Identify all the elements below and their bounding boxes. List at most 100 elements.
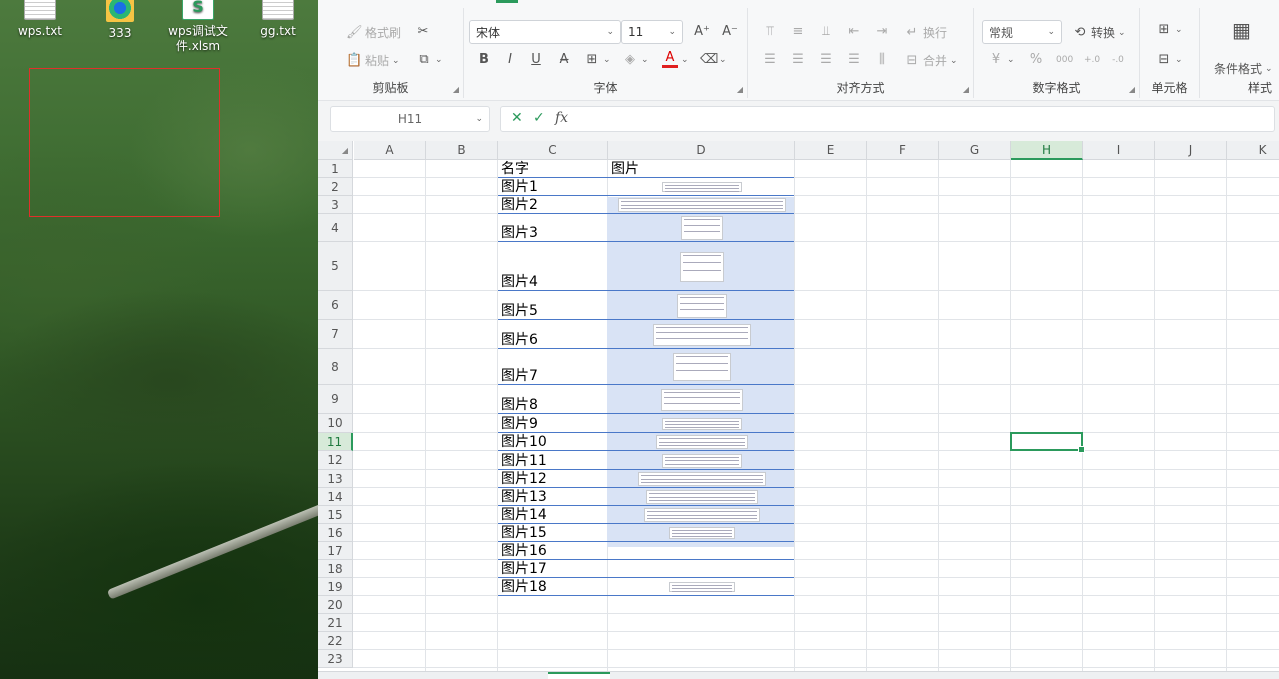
row-header-8[interactable]: 8 bbox=[318, 349, 353, 385]
conditional-format-icon-button[interactable]: ▦ bbox=[1232, 20, 1251, 40]
number-format-select[interactable]: 常规 ⌄ bbox=[982, 20, 1062, 44]
cell-d1[interactable]: 图片 bbox=[608, 161, 639, 177]
picture-thumbnail[interactable] bbox=[672, 353, 731, 381]
cut-button[interactable]: ✂ bbox=[415, 24, 431, 40]
row-header-7[interactable]: 7 bbox=[318, 320, 353, 349]
increase-indent-button[interactable]: ⇥ bbox=[874, 24, 890, 40]
select-all-icon[interactable]: ◢ bbox=[318, 141, 353, 160]
row-header-4[interactable]: 4 bbox=[318, 214, 353, 242]
column-header-d[interactable]: D bbox=[608, 141, 795, 160]
row-header-3[interactable]: 3 bbox=[318, 196, 353, 214]
picture-thumbnail[interactable] bbox=[660, 388, 743, 411]
dialog-launcher-icon[interactable]: ◢ bbox=[1129, 85, 1135, 94]
picture-thumbnail[interactable] bbox=[661, 417, 742, 430]
worksheet-button[interactable]: ⊟ ⌄ bbox=[1156, 52, 1183, 68]
distribute-button[interactable]: ⫼ bbox=[874, 52, 890, 68]
cell-c9[interactable]: 图片8 bbox=[498, 397, 538, 413]
font-size-select[interactable]: 11 ⌄ bbox=[621, 20, 683, 44]
cell-c8[interactable]: 图片7 bbox=[498, 368, 538, 384]
row-header-12[interactable]: 12 bbox=[318, 451, 353, 470]
fill-color-button[interactable]: ◈ ⌄ bbox=[622, 52, 649, 68]
percent-button[interactable]: % bbox=[1028, 52, 1044, 68]
font-color-button[interactable]: A ⌄ bbox=[662, 51, 689, 68]
sheet-tab-active[interactable] bbox=[548, 672, 610, 679]
row-header-13[interactable]: 13 bbox=[318, 470, 353, 488]
row-header-14[interactable]: 14 bbox=[318, 488, 353, 506]
cell-c16[interactable]: 图片15 bbox=[498, 525, 547, 541]
column-header-a[interactable]: A bbox=[354, 141, 426, 160]
decrease-indent-button[interactable]: ⇤ bbox=[846, 24, 862, 40]
column-header-c[interactable]: C bbox=[498, 141, 608, 160]
align-bottom-button[interactable]: ⫫ bbox=[818, 24, 834, 40]
picture-thumbnail[interactable] bbox=[637, 472, 766, 486]
cell-c19[interactable]: 图片18 bbox=[498, 579, 547, 595]
align-right-button[interactable]: ☰ bbox=[818, 52, 834, 68]
format-painter-button[interactable]: 🖌 格式刷 bbox=[346, 24, 401, 41]
conditional-format-button[interactable]: 条件格式 ⌄ bbox=[1214, 60, 1273, 77]
cell-c10[interactable]: 图片9 bbox=[498, 416, 538, 432]
row-header-17[interactable]: 17 bbox=[318, 542, 353, 560]
worksheet-grid[interactable]: ◢ ABCDEFGHIJK 1 2 3 4 5 6 7 8 9 10 11 12 13 14 15 16 17 1… bbox=[318, 141, 1279, 671]
merge-button[interactable]: ⊟ 合并 ⌄ bbox=[904, 52, 958, 69]
picture-thumbnail[interactable] bbox=[661, 453, 742, 468]
picture-thumbnail[interactable] bbox=[652, 323, 751, 346]
row-header-5[interactable]: 5 bbox=[318, 242, 353, 291]
border-button[interactable]: ⊞ ⌄ bbox=[584, 52, 611, 68]
active-cell-h11[interactable] bbox=[1010, 432, 1085, 453]
clear-format-button[interactable]: ⌫ ⌄ bbox=[700, 52, 727, 68]
italic-button[interactable]: I bbox=[502, 52, 518, 68]
font-name-select[interactable]: 宋体 ⌄ bbox=[469, 20, 621, 44]
dialog-launcher-icon[interactable]: ◢ bbox=[963, 85, 969, 94]
thousands-button[interactable]: 000 bbox=[1056, 52, 1073, 68]
copy-button[interactable]: ⧉ ⌄ bbox=[416, 52, 442, 68]
row-header-9[interactable]: 9 bbox=[318, 385, 353, 414]
dialog-launcher-icon[interactable]: ◢ bbox=[737, 85, 743, 94]
dialog-launcher-icon[interactable]: ◢ bbox=[453, 85, 459, 94]
convert-button[interactable]: ⟲ 转换 ⌄ bbox=[1072, 24, 1126, 41]
cell-c12[interactable]: 图片11 bbox=[498, 453, 547, 469]
column-header-g[interactable]: G bbox=[939, 141, 1011, 160]
desktop-icon-wps-txt[interactable]: wps.txt bbox=[0, 0, 80, 38]
desktop-icon-333[interactable]: 333 bbox=[80, 0, 160, 40]
row-header-18[interactable]: 18 bbox=[318, 560, 353, 578]
cell-c3[interactable]: 图片2 bbox=[498, 197, 538, 213]
confirm-icon[interactable]: ✓ bbox=[533, 110, 545, 126]
column-header-k[interactable]: K bbox=[1227, 141, 1279, 160]
align-middle-button[interactable]: ≡ bbox=[790, 24, 806, 40]
picture-thumbnail[interactable] bbox=[617, 198, 786, 212]
column-header-e[interactable]: E bbox=[795, 141, 867, 160]
bold-button[interactable]: B bbox=[476, 52, 492, 68]
picture-thumbnail[interactable] bbox=[679, 251, 724, 282]
row-header-19[interactable]: 19 bbox=[318, 578, 353, 596]
align-left-button[interactable]: ☰ bbox=[762, 52, 778, 68]
desktop-icon-wps-xlsm[interactable]: S wps调试文件.xlsm bbox=[158, 0, 238, 54]
picture-thumbnail[interactable] bbox=[661, 182, 742, 192]
column-header-i[interactable]: I bbox=[1083, 141, 1155, 160]
row-header-10[interactable]: 10 bbox=[318, 414, 353, 433]
row-header-16[interactable]: 16 bbox=[318, 524, 353, 542]
row-header-1[interactable]: 1 bbox=[318, 160, 353, 178]
column-header-b[interactable]: B bbox=[426, 141, 498, 160]
row-header-11[interactable]: 11 bbox=[318, 433, 353, 451]
function-icon[interactable]: fx bbox=[555, 110, 568, 126]
cell-c2[interactable]: 图片1 bbox=[498, 179, 538, 195]
currency-button[interactable]: ¥ ⌄ bbox=[988, 52, 1015, 68]
cell-c5[interactable]: 图片4 bbox=[498, 274, 538, 290]
decrease-font-button[interactable]: A⁻ bbox=[722, 24, 738, 40]
strikethrough-button[interactable]: A̶ bbox=[556, 52, 572, 68]
formula-input[interactable]: ✕ ✓ fx bbox=[500, 106, 1275, 132]
column-header-h[interactable]: H bbox=[1011, 141, 1083, 160]
row-header-6[interactable]: 6 bbox=[318, 291, 353, 320]
align-top-button[interactable]: ⫪ bbox=[762, 24, 778, 40]
increase-decimal-button[interactable]: +.0 bbox=[1084, 52, 1100, 68]
cell-c15[interactable]: 图片14 bbox=[498, 507, 547, 523]
cell-c18[interactable]: 图片17 bbox=[498, 561, 547, 577]
cell-c7[interactable]: 图片6 bbox=[498, 332, 538, 348]
wrap-text-button[interactable]: ↵ 换行 bbox=[904, 24, 947, 41]
paste-button[interactable]: 📋 粘贴 ⌄ bbox=[346, 52, 400, 69]
row-header-23[interactable]: 23 bbox=[318, 650, 353, 668]
cell-c6[interactable]: 图片5 bbox=[498, 303, 538, 319]
name-box[interactable]: H11 ⌄ bbox=[330, 106, 490, 132]
picture-thumbnail[interactable] bbox=[645, 490, 758, 504]
decrease-decimal-button[interactable]: -.0 bbox=[1110, 52, 1126, 68]
